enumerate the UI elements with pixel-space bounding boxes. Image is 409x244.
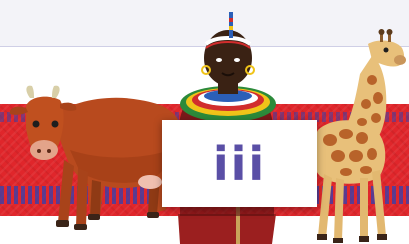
card-text: iii bbox=[212, 136, 267, 191]
answer-card[interactable]: iii bbox=[162, 120, 317, 207]
game-scene: iii bbox=[0, 0, 409, 244]
